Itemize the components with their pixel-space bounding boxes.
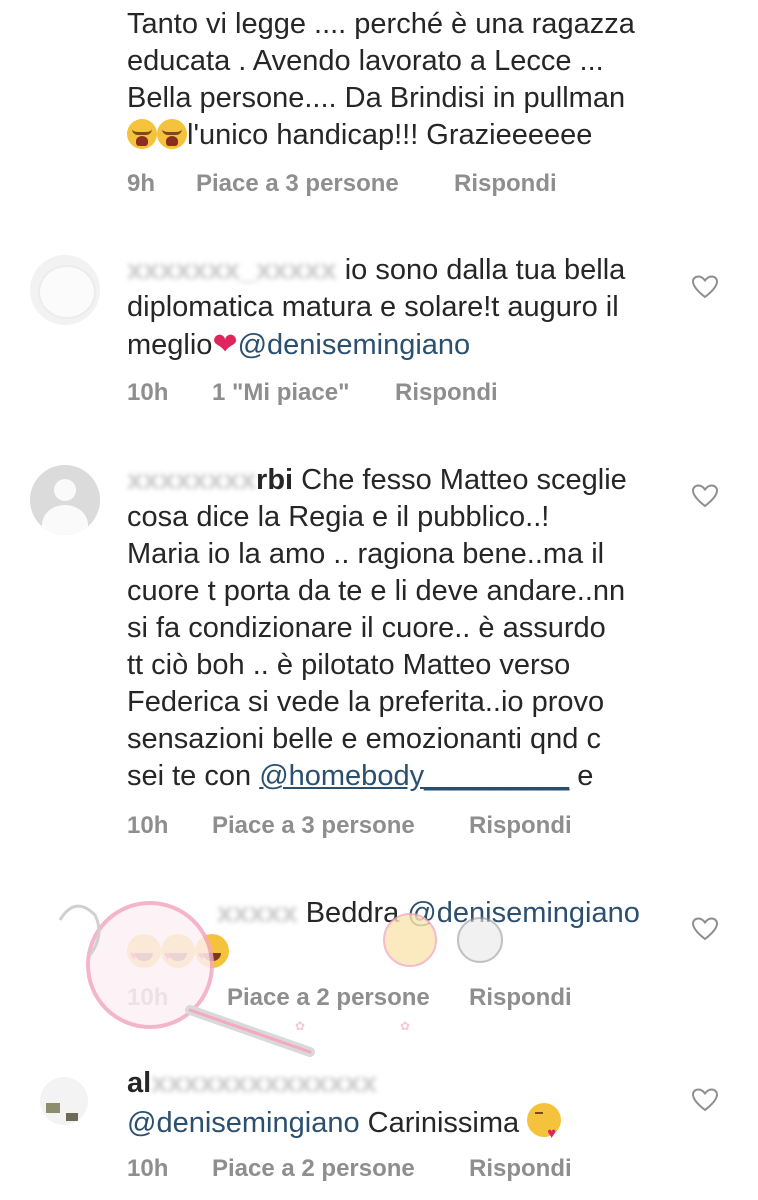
- comment-line: l'unico handicap!!! Grazieeeeee: [127, 117, 687, 154]
- heart-outline-icon[interactable]: [692, 484, 718, 508]
- comment-line: diplomatica matura e solare!t auguro il: [127, 291, 619, 323]
- reply-button[interactable]: Rispondi: [454, 170, 557, 198]
- mention-link[interactable]: @denisemingiano: [127, 1107, 360, 1139]
- comment-line: meglio❤@denisemingiano: [127, 328, 471, 361]
- comment-body: xxxxx Beddra @denisemingiano: [127, 895, 687, 974]
- heart-eyes-icon: [127, 934, 161, 974]
- svg-text:✿: ✿: [400, 1019, 410, 1033]
- heart-outline-icon[interactable]: [692, 1088, 718, 1112]
- crying-face-icon: [127, 119, 157, 149]
- comment-body: xxxxxxx_xxxxx io sono dalla tua bella di…: [127, 252, 687, 364]
- comment-line: Federica si vede la preferita..io provo: [127, 686, 605, 718]
- face-blowing-kiss-icon: [527, 1103, 562, 1152]
- comment-line: cosa dice la Regia e il pubblico..!: [127, 501, 550, 533]
- likes-count-link[interactable]: Piace a 2 persone: [212, 1155, 415, 1183]
- comment-line: sei te con @homebody_________ e: [127, 760, 594, 792]
- comment-line: @denisemingiano Carinissima: [127, 1102, 687, 1152]
- reply-button[interactable]: Rispondi: [469, 1155, 572, 1183]
- avatar[interactable]: [30, 255, 100, 325]
- heart-outline-icon[interactable]: [692, 917, 718, 941]
- heart-eyes-icon: [195, 934, 229, 974]
- reply-button[interactable]: Rispondi: [395, 379, 498, 407]
- mention-link[interactable]: @denisemingiano: [407, 897, 640, 929]
- comment-line: cuore t porta da te e li deve andare..nn: [127, 575, 626, 607]
- heart-outline-icon[interactable]: [692, 275, 718, 299]
- comment-username[interactable]: al: [127, 1067, 151, 1099]
- likes-count-link[interactable]: 1 "Mi piace": [212, 379, 349, 407]
- heart-eyes-icon: [161, 934, 195, 974]
- blurred-username[interactable]: xxxxxxxxxxxxxx: [151, 1067, 377, 1099]
- comment-time: 10h: [127, 1155, 169, 1182]
- comment-line: Tanto vi legge .... perché è una ragazza: [127, 8, 635, 40]
- red-heart-icon: ❤: [212, 328, 238, 361]
- blurred-username[interactable]: xxxxxxx_xxxxx: [127, 254, 337, 286]
- svg-text:✿: ✿: [295, 1019, 305, 1033]
- comment-line: educata . Avendo lavorato a Lecce ...: [127, 45, 604, 77]
- comment-line: Bella persone.... Da Brindisi in pullman: [127, 82, 626, 114]
- comment-time: 10h: [127, 812, 169, 839]
- comment-line: si fa condizionare il cuore.. è assurdo: [127, 612, 606, 644]
- reply-button[interactable]: Rispondi: [469, 812, 572, 840]
- comment-body: xxxxxxxxrbi Che fesso Matteo sceglie cos…: [127, 462, 687, 795]
- mention-link[interactable]: @homebody_________: [259, 760, 569, 792]
- avatar-body-shape: [42, 505, 88, 535]
- comment-text: Beddra: [305, 897, 400, 929]
- avatar[interactable]: [40, 1077, 88, 1125]
- comment-line: [127, 932, 687, 974]
- likes-count-link[interactable]: Piace a 3 persone: [196, 170, 399, 198]
- comment-line: alxxxxxxxxxxxxxx: [127, 1065, 687, 1102]
- avatar-head-shape: [54, 479, 76, 501]
- crying-face-icon: [157, 119, 187, 149]
- comment-text: io sono dalla tua bella: [344, 254, 626, 286]
- blurred-username[interactable]: xxxxxxxx: [127, 464, 256, 496]
- comment-line: sensazioni belle e emozionanti qnd c: [127, 723, 601, 755]
- comment-time: 10h: [127, 379, 169, 406]
- mention-link[interactable]: @denisemingiano: [238, 329, 471, 361]
- comment-line: tt ciò boh .. è pilotato Matteo verso: [127, 649, 571, 681]
- comment-line: xxxxx Beddra @denisemingiano: [127, 895, 687, 932]
- comment-time: 9h: [127, 170, 156, 197]
- comment-line: xxxxxxxxrbi Che fesso Matteo sceglie: [127, 464, 627, 496]
- comment-body: Tanto vi legge .... perché è una ragazza…: [127, 6, 687, 154]
- comment-time: 10h: [127, 984, 169, 1011]
- comment-username[interactable]: rbi: [256, 464, 293, 496]
- avatar[interactable]: [30, 465, 100, 535]
- comment-line: xxxxxxx_xxxxx io sono dalla tua bella: [127, 252, 687, 289]
- likes-count-link[interactable]: Piace a 2 persone: [227, 984, 430, 1012]
- comment-line: Maria io la amo .. ragiona bene..ma il: [127, 538, 605, 570]
- likes-count-link[interactable]: Piace a 3 persone: [212, 812, 415, 840]
- comment-body: alxxxxxxxxxxxxxx @denisemingiano Carinis…: [127, 1065, 687, 1152]
- reply-button[interactable]: Rispondi: [469, 984, 572, 1012]
- blurred-username[interactable]: xxxxx: [217, 897, 298, 929]
